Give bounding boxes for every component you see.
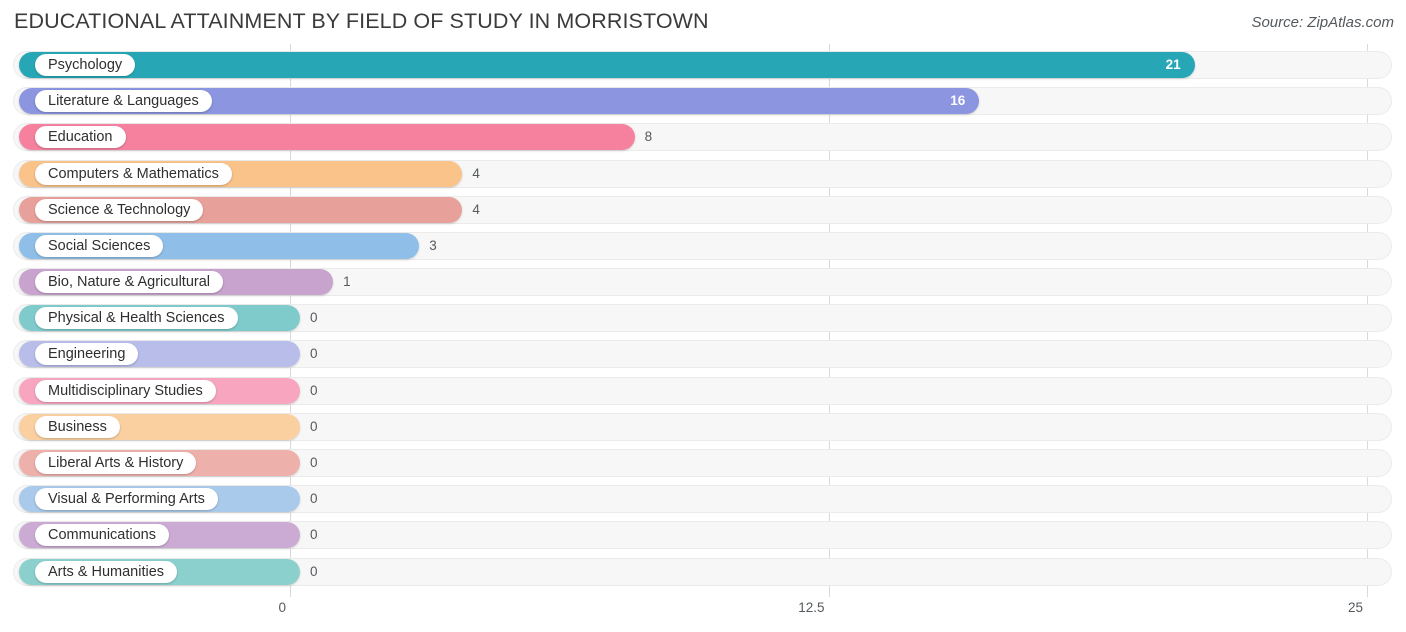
category-label: Liberal Arts & History (35, 451, 197, 474)
category-label: Physical & Health Sciences (35, 307, 238, 330)
bar-value-label: 21 (1165, 57, 1181, 72)
bar-value-label: 16 (950, 93, 966, 109)
bar: 21 (19, 52, 1195, 78)
category-label: Social Sciences (35, 234, 164, 257)
bar-value-label: 1 (343, 274, 351, 290)
bar-value-label: 4 (472, 165, 480, 181)
category-label: Psychology (35, 54, 136, 76)
category-label: Visual & Performing Arts (35, 488, 218, 511)
axis-tick-label: 0 (278, 600, 286, 615)
bar-value-label: 0 (310, 418, 318, 434)
bar-value-label: 0 (310, 310, 318, 326)
bar-value-label: 3 (429, 237, 437, 253)
category-label: Arts & Humanities (35, 560, 178, 583)
source-attribution: Source: ZipAtlas.com (1251, 14, 1394, 31)
category-label: Engineering (35, 343, 139, 366)
bar-value-label: 0 (310, 346, 318, 362)
axis-tick-label: 12.5 (798, 600, 825, 615)
bar-value-label: 8 (644, 129, 653, 145)
plot-area: 21 Psychology 16 Literature & Languages 8 Edu… (0, 44, 1406, 597)
page-title: EDUCATIONAL ATTAINMENT BY FIELD OF STUDY… (14, 9, 709, 33)
bar-value-label: 0 (310, 491, 318, 507)
category-label: Computers & Mathematics (35, 162, 232, 185)
category-label: Bio, Nature & Agricultural (35, 271, 223, 294)
bar-value-label: 0 (310, 563, 318, 579)
chart-container: EDUCATIONAL ATTAINMENT BY FIELD OF STUDY… (0, 0, 1406, 632)
axis-tick-label: 25 (1347, 600, 1363, 615)
x-axis: 0 12.5 25 (0, 597, 1406, 632)
category-label: Business (35, 415, 120, 438)
category-label: Literature & Languages (35, 90, 212, 113)
bar-value-label: 0 (310, 382, 318, 398)
chart-header: EDUCATIONAL ATTAINMENT BY FIELD OF STUDY… (0, 0, 1406, 44)
category-label: Science & Technology (35, 198, 204, 221)
bar-value-label: 0 (310, 527, 318, 543)
bar-value-label: 0 (310, 454, 318, 470)
bar-value-label: 4 (472, 201, 480, 217)
category-label: Communications (35, 524, 169, 547)
category-label: Multidisciplinary Studies (35, 379, 216, 402)
category-label: Education (35, 126, 126, 149)
